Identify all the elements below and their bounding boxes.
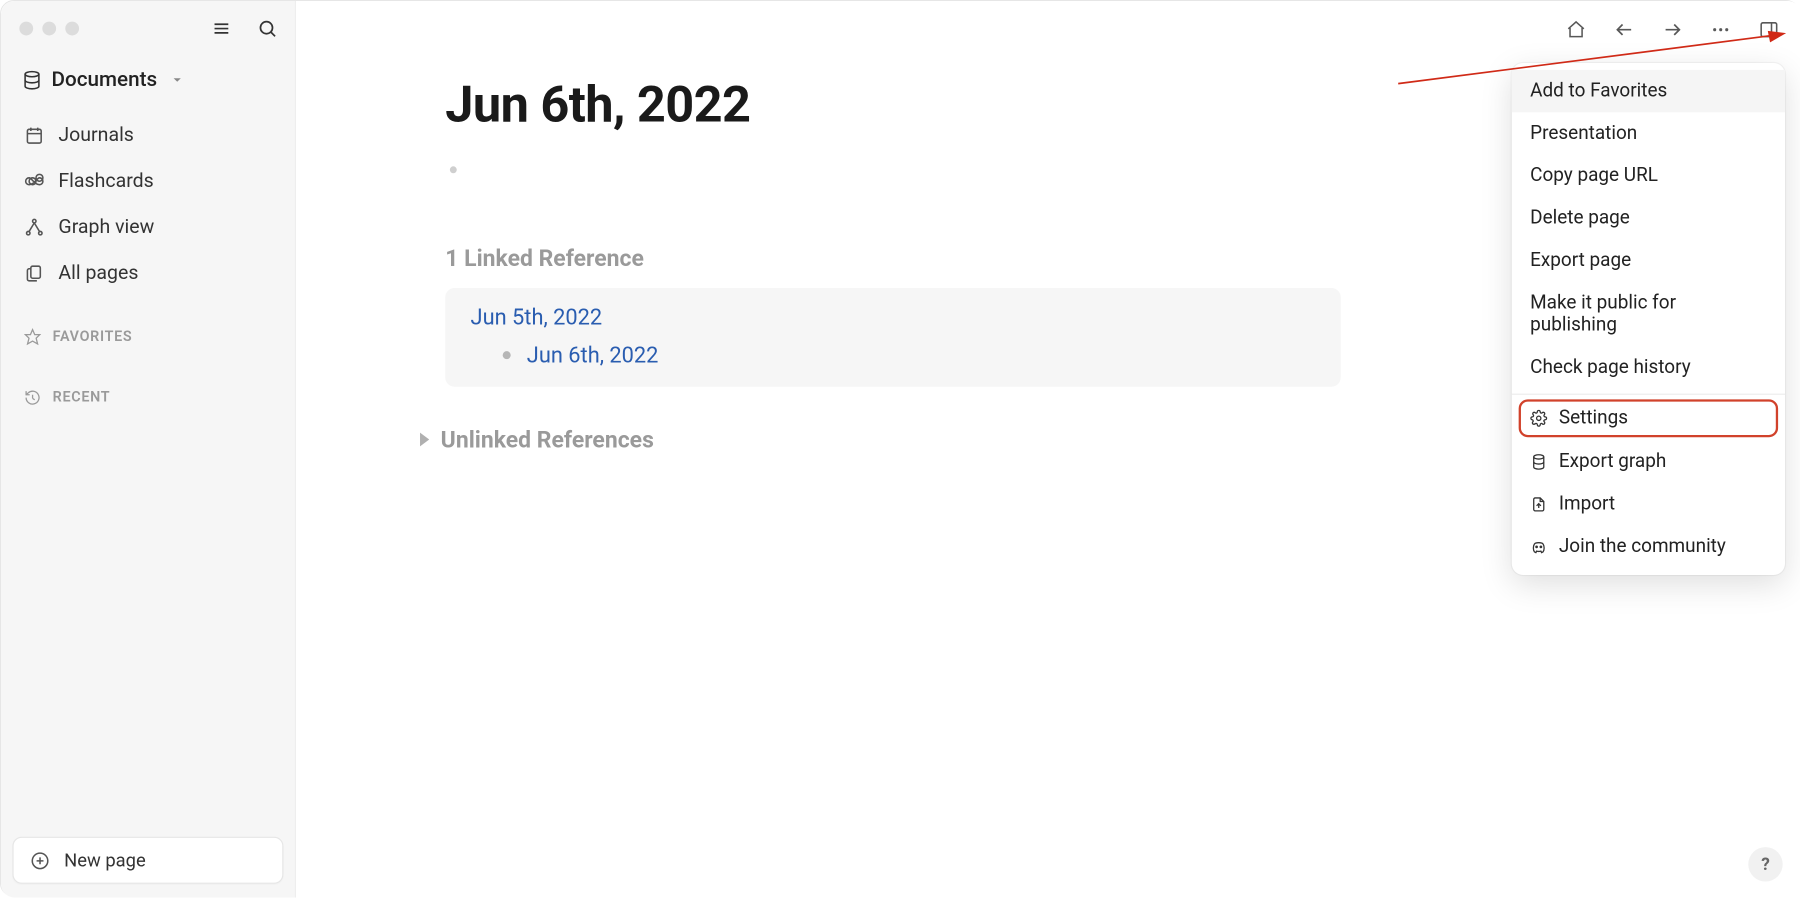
nav-graphview-label: Graph view [58,216,154,239]
database-icon [22,69,43,90]
menu-button[interactable] [210,17,233,40]
menu-copy-url-label: Copy page URL [1530,165,1658,187]
reference-page-link[interactable]: Jun 5th, 2022 [471,304,1316,330]
help-button[interactable]: ? [1748,847,1782,881]
menu-export-page[interactable]: Export page [1512,240,1785,282]
new-page-button[interactable]: New page [12,837,283,884]
menu-community[interactable]: Join the community [1512,526,1785,568]
discord-icon [1530,538,1547,555]
minimize-window-icon[interactable] [42,22,56,36]
infinity-icon [24,171,45,192]
maximize-window-icon[interactable] [65,22,79,36]
menu-export-graph-label: Export graph [1559,451,1666,473]
graph-icon [24,217,45,238]
right-sidebar-toggle[interactable] [1753,14,1785,46]
database-icon [1530,453,1547,470]
nav-allpages-label: All pages [58,262,138,285]
recent-label: RECENT [53,389,111,406]
window-titlebar [12,12,283,60]
menu-delete-page[interactable]: Delete page [1512,197,1785,239]
sidebar: Documents Journals Flashcards Graph view… [1,1,296,898]
menu-make-public[interactable]: Make it public for publishing [1512,282,1785,346]
sidebar-nav: Journals Flashcards Graph view All pages [12,115,283,294]
arrow-right-icon [1662,19,1683,40]
bullet-icon [503,351,511,359]
reference-child-row: Jun 6th, 2022 [503,342,1316,368]
menu-settings[interactable]: Settings [1519,399,1778,437]
search-button[interactable] [256,17,279,40]
home-icon [1566,19,1587,40]
menu-community-label: Join the community [1559,536,1726,558]
graph-name: Documents [52,68,158,92]
menu-add-favorites-label: Add to Favorites [1530,80,1667,102]
search-icon [257,18,278,39]
menu-make-public-label: Make it public for publishing [1530,293,1766,337]
history-icon [24,389,41,406]
menu-presentation-label: Presentation [1530,123,1637,145]
help-label: ? [1761,854,1770,875]
reference-child-link[interactable]: Jun 6th, 2022 [527,342,659,368]
menu-separator [1512,394,1785,395]
arrow-left-icon [1614,19,1635,40]
menu-import-label: Import [1559,493,1615,515]
window-controls[interactable] [19,22,79,36]
menu-presentation[interactable]: Presentation [1512,112,1785,154]
favorites-label: FAVORITES [53,328,133,345]
chevron-down-icon [169,71,186,88]
menu-settings-label: Settings [1559,407,1628,429]
import-icon [1530,496,1547,513]
topbar [296,1,1800,58]
nav-flashcards[interactable]: Flashcards [12,161,283,202]
hamburger-icon [211,18,232,39]
nav-journals[interactable]: Journals [12,115,283,156]
gear-icon [1530,410,1547,427]
menu-check-history[interactable]: Check page history [1512,347,1785,389]
app-window: Documents Journals Flashcards Graph view… [1,1,1800,898]
nav-graphview[interactable]: Graph view [12,206,283,247]
graph-selector[interactable]: Documents [12,61,283,99]
nav-flashcards-label: Flashcards [58,170,153,193]
menu-add-favorites[interactable]: Add to Favorites [1512,70,1785,112]
menu-delete-page-label: Delete page [1530,208,1630,230]
panel-right-icon [1759,19,1780,40]
forward-button[interactable] [1656,14,1688,46]
home-button[interactable] [1560,14,1592,46]
menu-import[interactable]: Import [1512,483,1785,525]
favorites-section[interactable]: FAVORITES [12,319,283,355]
menu-export-graph[interactable]: Export graph [1512,441,1785,483]
bullet-icon [450,166,457,173]
calendar-icon [24,125,45,146]
menu-check-history-label: Check page history [1530,357,1691,379]
menu-export-page-label: Export page [1530,250,1631,272]
unlinked-references-label: Unlinked References [441,426,654,454]
more-button[interactable] [1705,14,1737,46]
more-horizontal-icon [1710,19,1731,40]
close-window-icon[interactable] [19,22,33,36]
nav-journals-label: Journals [58,124,133,147]
star-icon [24,328,41,345]
back-button[interactable] [1608,14,1640,46]
pages-icon [24,263,45,284]
more-menu-dropdown: Add to Favorites Presentation Copy page … [1512,63,1785,575]
nav-allpages[interactable]: All pages [12,252,283,293]
menu-copy-url[interactable]: Copy page URL [1512,155,1785,197]
linked-reference-box: Jun 5th, 2022 Jun 6th, 2022 [445,288,1340,387]
triangle-right-icon [420,433,429,447]
plus-circle-icon [30,850,51,871]
new-page-label: New page [64,849,146,871]
main-area: Jun 6th, 2022 1 Linked Reference Jun 5th… [296,1,1800,898]
recent-section[interactable]: RECENT [12,380,283,416]
